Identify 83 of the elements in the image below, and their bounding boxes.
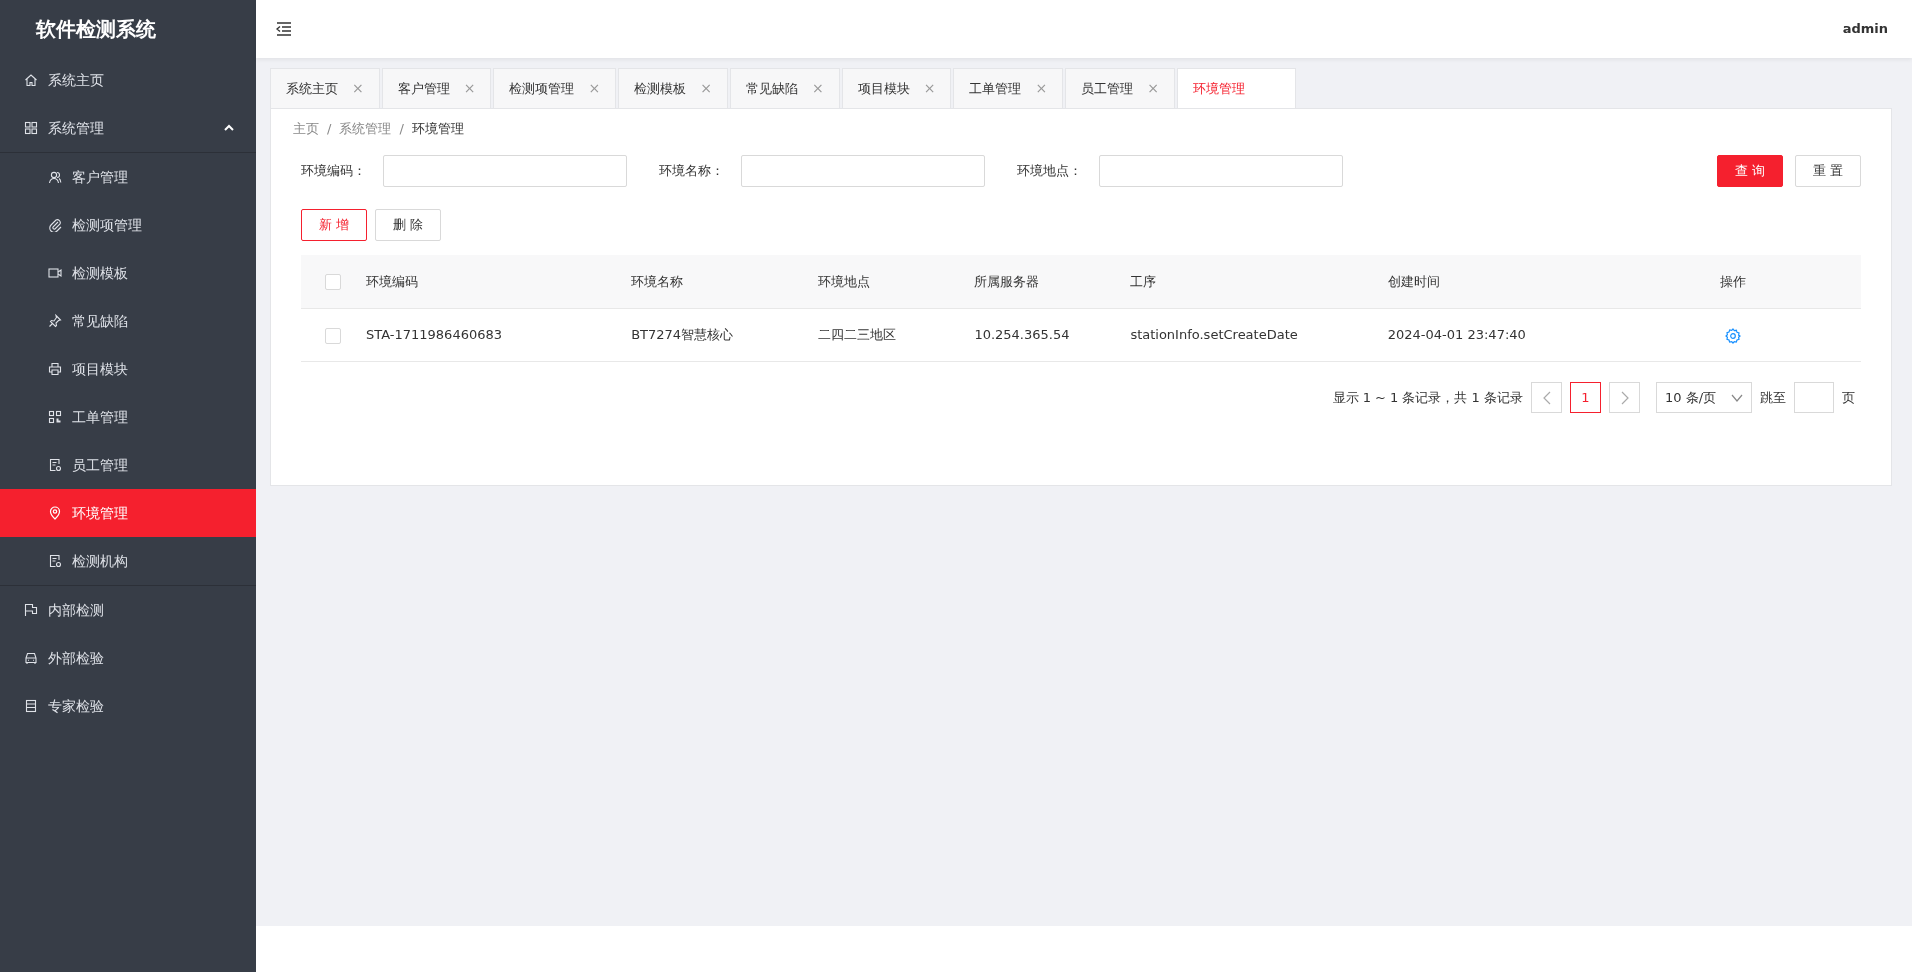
breadcrumb-item[interactable]: 系统管理 — [339, 119, 392, 139]
qr-code-icon — [48, 410, 62, 424]
jump-label: 跳至 — [1760, 388, 1786, 407]
pin-icon — [48, 314, 62, 328]
sidebar-item[interactable]: 项目模块 — [0, 345, 256, 393]
breadcrumb-item: 环境管理 — [411, 120, 464, 138]
tab[interactable]: 检测模板 × — [618, 68, 728, 108]
sidebar-item[interactable]: 专家检验 — [0, 682, 256, 730]
column-header: 操作 — [1720, 273, 1747, 289]
table-cell: stationInfo.setCreateDate — [1130, 327, 1298, 343]
document-icon — [48, 458, 62, 472]
video-icon — [48, 266, 62, 280]
column-header: 工序 — [1130, 273, 1157, 289]
chevron-right-icon — [1619, 390, 1630, 405]
column-header: 所属服务器 — [974, 273, 1040, 289]
tab[interactable]: 项目模块 × — [841, 68, 952, 108]
settings-icon[interactable] — [1725, 327, 1742, 344]
sidebar-item[interactable]: 环境管理 — [0, 489, 256, 537]
tab[interactable]: 客户管理 × — [381, 68, 492, 108]
add-button[interactable]: 新 增 — [301, 208, 368, 241]
tab[interactable]: 常见缺陷 × — [729, 68, 840, 108]
sidebar-item[interactable]: 客户管理 — [0, 153, 256, 201]
table-cell: 10.254.365.54 — [974, 327, 1070, 343]
search-button[interactable]: 查 询 — [1716, 154, 1783, 187]
input-field[interactable] — [741, 154, 985, 187]
table-cell: STA-1711986460683 — [366, 327, 502, 343]
server-icon — [24, 699, 38, 713]
table-cell: 二四二三地区 — [818, 327, 897, 343]
sidebar-item[interactable]: 常见缺陷 — [0, 297, 256, 345]
column-header: 环境编码 — [366, 273, 418, 289]
page-button[interactable]: 1 — [1570, 382, 1601, 413]
tab[interactable]: 工单管理 × — [953, 68, 1064, 108]
flag-icon — [24, 603, 38, 617]
menu-icon[interactable] — [276, 22, 292, 36]
chevron-left-icon — [1541, 390, 1552, 405]
printer-icon — [48, 362, 62, 376]
sidebar-item[interactable]: 系统主页 — [0, 56, 256, 104]
field-label: 环境地点： — [1017, 161, 1083, 180]
tab[interactable]: 员工管理 × — [1065, 68, 1175, 108]
paperclip-icon — [48, 218, 62, 232]
sidebar-item[interactable]: 工单管理 — [0, 393, 256, 441]
chevron-down-icon — [1731, 393, 1743, 402]
field-label: 环境编码： — [301, 161, 367, 180]
input-field[interactable] — [383, 154, 627, 187]
sidebar-item[interactable]: 外部检验 — [0, 634, 256, 682]
previous-page-button[interactable] — [1531, 382, 1562, 413]
sidebar-item[interactable]: 检测模板 — [0, 249, 256, 297]
tab[interactable]: 检测项管理 × — [493, 68, 617, 108]
breadcrumb-item[interactable]: 主页 — [293, 119, 319, 139]
checkbox[interactable] — [325, 327, 341, 344]
page-number-field[interactable] — [1794, 382, 1834, 413]
reset-button[interactable]: 重 置 — [1794, 154, 1861, 187]
page-unit-label: 页 — [1842, 388, 1855, 407]
column-header: 环境地点 — [818, 273, 871, 289]
input-field[interactable] — [1099, 154, 1343, 187]
column-header: 创建时间 — [1387, 273, 1440, 289]
column-header: 环境名称 — [631, 273, 684, 289]
breadcrumb-separator: / — [327, 120, 332, 138]
next-page-button[interactable] — [1609, 382, 1640, 413]
users-icon — [48, 170, 62, 184]
app-title: 软件检测系统 — [34, 16, 157, 43]
grid-icon — [24, 121, 38, 135]
car-icon — [24, 651, 38, 665]
page-size-select[interactable]: 10 条/页 — [1656, 382, 1752, 413]
field-label: 环境名称： — [659, 161, 725, 180]
table-cell: 2024-04-01 23:47:40 — [1387, 327, 1526, 343]
sidebar-item[interactable]: 员工管理 — [0, 441, 256, 489]
sidebar-item[interactable]: 系统管理 — [0, 104, 256, 152]
user-name[interactable]: admin — [1842, 19, 1888, 39]
delete-button[interactable]: 删 除 — [375, 208, 442, 241]
tab[interactable]: 系统主页 × — [270, 68, 380, 108]
checkbox[interactable] — [325, 274, 341, 290]
document-icon — [48, 554, 62, 568]
table-cell: BT7274智慧核心 — [631, 327, 734, 343]
home-icon — [24, 73, 38, 87]
sidebar-item[interactable]: 内部检测 — [0, 586, 256, 634]
caret-icon — [224, 124, 234, 132]
tab[interactable]: 环境管理 — [1176, 68, 1296, 108]
sidebar-item[interactable]: 检测项管理 — [0, 201, 256, 249]
location-icon — [48, 506, 62, 520]
pagination-summary: 显示 1 ~ 1 条记录，共 1 条记录 — [1332, 388, 1523, 407]
sidebar-item[interactable]: 检测机构 — [0, 537, 256, 585]
breadcrumb-separator: / — [399, 120, 404, 138]
